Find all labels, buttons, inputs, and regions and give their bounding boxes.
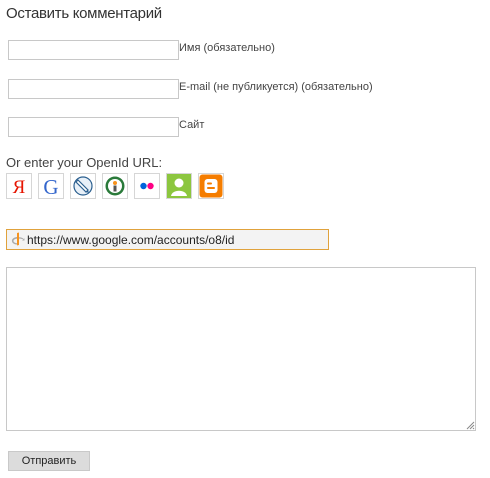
yandex-icon: Я (13, 177, 26, 197)
name-label: Имя (обязательно) (179, 42, 275, 54)
blogger-icon (199, 174, 223, 198)
svg-text:Я: Я (13, 177, 26, 197)
svg-text:G: G (43, 175, 58, 197)
openid-logo-icon (11, 232, 25, 246)
website-label: Сайт (179, 119, 205, 131)
openid-title: Or enter your OpenId URL: (6, 155, 163, 170)
myopenid-icon (167, 174, 191, 198)
resize-grip-icon[interactable] (466, 421, 475, 430)
openid-url-input[interactable] (27, 230, 323, 249)
flickr-provider-button[interactable] (134, 173, 160, 199)
email-input[interactable] (8, 79, 179, 99)
openid-url-field (6, 229, 329, 250)
openid-provider-button[interactable] (102, 173, 128, 199)
myopenid-provider-button[interactable] (166, 173, 192, 199)
email-label: E-mail (не публикуется) (обязательно) (179, 81, 373, 93)
flickr-icon (140, 182, 154, 190)
livejournal-icon (73, 176, 93, 196)
google-provider-button[interactable]: G (38, 173, 64, 199)
blogger-provider-button[interactable] (198, 173, 224, 199)
comment-textarea[interactable] (6, 267, 476, 431)
website-input[interactable] (8, 117, 179, 137)
yandex-provider-button[interactable]: Я (6, 173, 32, 199)
livejournal-provider-button[interactable] (70, 173, 96, 199)
openid-icon (105, 176, 125, 196)
page-title: Оставить комментарий (6, 5, 162, 22)
submit-button[interactable]: Отправить (8, 451, 90, 471)
google-icon: G (43, 175, 58, 197)
name-input[interactable] (8, 40, 179, 60)
